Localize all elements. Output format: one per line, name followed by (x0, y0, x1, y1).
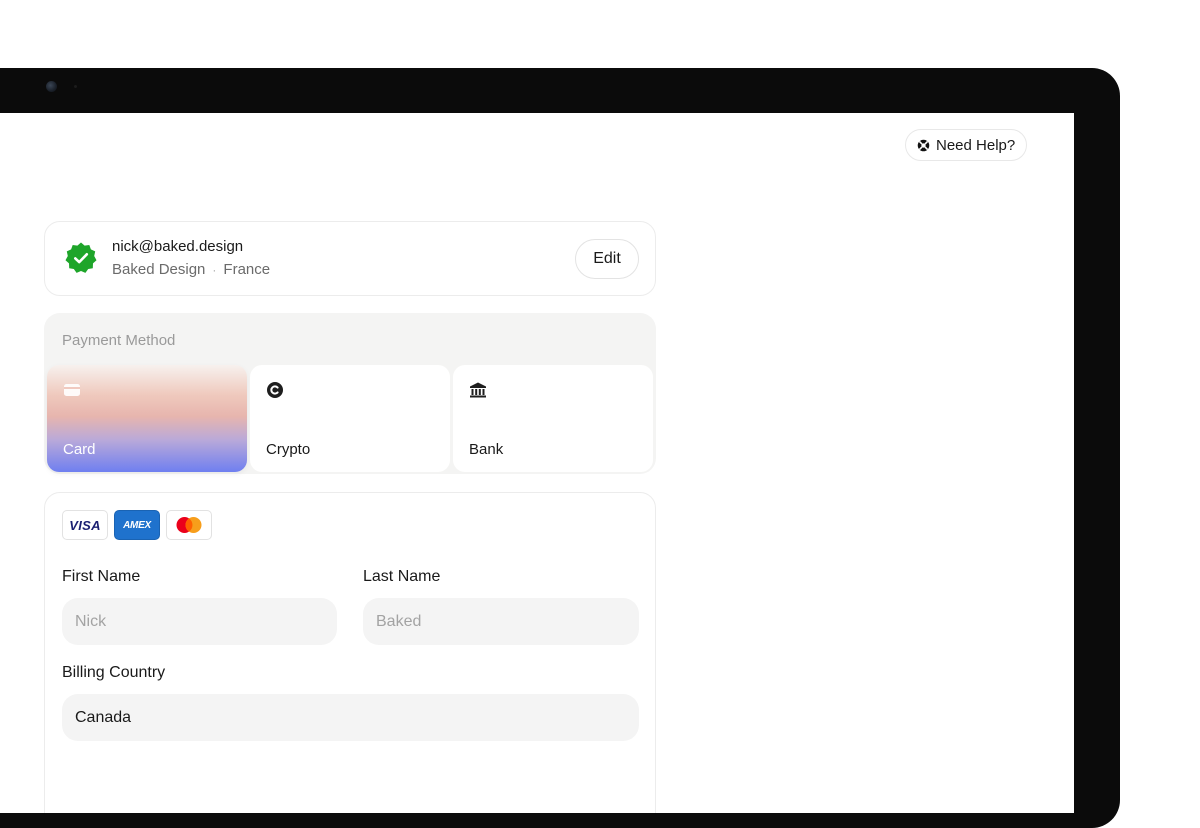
last-name-placeholder: Baked (376, 612, 422, 630)
camera-indicator (74, 85, 77, 88)
payment-option-label: Card (63, 441, 96, 458)
account-details: Baked Design · France (112, 261, 270, 278)
payment-option-card[interactable]: Card (47, 365, 247, 472)
edit-button[interactable]: Edit (575, 239, 639, 279)
payment-option-label: Bank (469, 441, 504, 458)
first-name-field[interactable]: Nick (62, 598, 337, 645)
payment-method-title: Payment Method (62, 332, 176, 349)
need-help-button[interactable]: Need Help? (905, 129, 1028, 161)
crypto-coin-icon (267, 382, 283, 398)
mastercard-logo (166, 510, 212, 540)
last-name-label: Last Name (363, 568, 441, 585)
bank-icon (470, 382, 486, 398)
billing-country-label: Billing Country (62, 664, 166, 681)
webcam-icon (46, 81, 57, 92)
payment-option-bank[interactable]: Bank (453, 365, 653, 472)
credit-card-icon (64, 384, 80, 396)
payment-option-label: Crypto (266, 441, 311, 458)
account-country: France (223, 261, 271, 278)
first-name-label: First Name (62, 568, 141, 585)
last-name-field[interactable]: Baked (363, 598, 639, 645)
visa-logo: VISA (62, 510, 108, 540)
amex-logo: AMEX (114, 510, 160, 540)
account-email: nick@baked.design (112, 238, 244, 255)
screen: Need Help? nick@baked.design Baked Desig… (0, 113, 1074, 813)
details-separator: · (212, 262, 217, 277)
mastercard-icon (176, 517, 202, 533)
need-help-label: Need Help? (936, 136, 1016, 154)
account-summary: nick@baked.design Baked Design · France … (44, 221, 656, 296)
payment-option-crypto[interactable]: Crypto (250, 365, 450, 472)
lifebuoy-icon (917, 139, 930, 151)
verified-badge-icon (65, 242, 97, 273)
payment-method-section: Payment Method Card Crypto Bank (44, 313, 656, 474)
first-name-placeholder: Nick (75, 612, 107, 630)
account-company: Baked Design (112, 261, 206, 278)
billing-country-value: Canada (75, 708, 132, 726)
billing-form: VISA AMEX First Name Nick Last Name Bake… (44, 492, 656, 813)
billing-country-select[interactable]: Canada (62, 694, 639, 741)
